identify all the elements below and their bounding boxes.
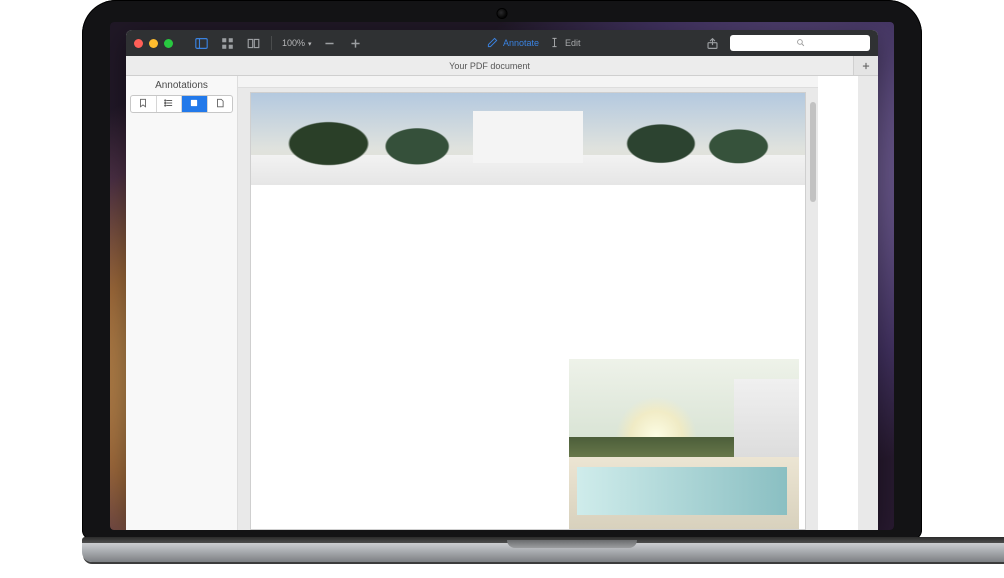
sidebar-seg-pages[interactable] bbox=[208, 96, 233, 112]
laptop-lid: 100% ▾ Annotate bbox=[82, 0, 922, 540]
horizontal-ruler bbox=[238, 76, 818, 88]
page-icon bbox=[215, 98, 225, 111]
chevron-down-icon: ▾ bbox=[308, 40, 312, 48]
minimize-window-button[interactable] bbox=[149, 39, 158, 48]
camera-dot bbox=[498, 9, 507, 18]
document-tab[interactable]: Your PDF document bbox=[126, 56, 854, 75]
sidebar-title: Annotations bbox=[126, 76, 237, 95]
sidebar-seg-outline[interactable] bbox=[157, 96, 183, 112]
sidebar-toggle-icon[interactable] bbox=[193, 35, 209, 51]
close-window-button[interactable] bbox=[134, 39, 143, 48]
zoom-control[interactable]: 100% ▾ bbox=[282, 38, 312, 48]
vertical-scrollbar-thumb[interactable] bbox=[810, 102, 816, 202]
sidebar-seg-annotations[interactable] bbox=[182, 96, 208, 112]
app-body: Annotations bbox=[126, 76, 878, 530]
share-button[interactable] bbox=[704, 35, 720, 51]
laptop-notch bbox=[507, 540, 637, 548]
new-tab-button[interactable] bbox=[854, 56, 878, 75]
list-icon bbox=[164, 98, 174, 111]
toolbar-separator bbox=[271, 36, 272, 50]
traffic-lights bbox=[134, 39, 173, 48]
sidebar-panel: Annotations bbox=[126, 76, 238, 530]
laptop-screen: 100% ▾ Annotate bbox=[110, 22, 894, 530]
text-cursor-icon bbox=[549, 37, 560, 50]
window-toolbar: 100% ▾ Annotate bbox=[126, 30, 878, 56]
annotate-mode-button[interactable]: Annotate bbox=[487, 37, 539, 50]
document-tab-strip: Your PDF document bbox=[126, 56, 878, 76]
zoom-out-button[interactable] bbox=[322, 35, 338, 51]
page-image-pool bbox=[569, 359, 799, 529]
pencil-icon bbox=[487, 37, 498, 50]
sidebar-segmented-control bbox=[130, 95, 233, 113]
zoom-in-button[interactable] bbox=[348, 35, 364, 51]
macbook-frame: 100% ▾ Annotate bbox=[82, 0, 922, 562]
search-input[interactable] bbox=[730, 35, 870, 51]
sidebar-seg-bookmarks[interactable] bbox=[131, 96, 157, 112]
zoom-value: 100% bbox=[282, 38, 305, 48]
search-icon bbox=[796, 38, 805, 49]
page-image-hero bbox=[251, 93, 805, 185]
annotate-label: Annotate bbox=[503, 38, 539, 48]
two-page-view-icon[interactable] bbox=[245, 35, 261, 51]
thumbnails-icon[interactable] bbox=[219, 35, 235, 51]
viewport-right-margin bbox=[818, 76, 858, 530]
edit-label: Edit bbox=[565, 38, 581, 48]
pdf-page[interactable] bbox=[250, 92, 806, 530]
bookmark-icon bbox=[138, 98, 148, 111]
highlight-icon bbox=[189, 98, 199, 111]
fullscreen-window-button[interactable] bbox=[164, 39, 173, 48]
pdf-app-window: 100% ▾ Annotate bbox=[126, 30, 878, 530]
document-viewport bbox=[238, 76, 878, 530]
document-tab-title: Your PDF document bbox=[449, 61, 530, 71]
laptop-base bbox=[82, 540, 1004, 562]
edit-mode-button[interactable]: Edit bbox=[549, 37, 581, 50]
